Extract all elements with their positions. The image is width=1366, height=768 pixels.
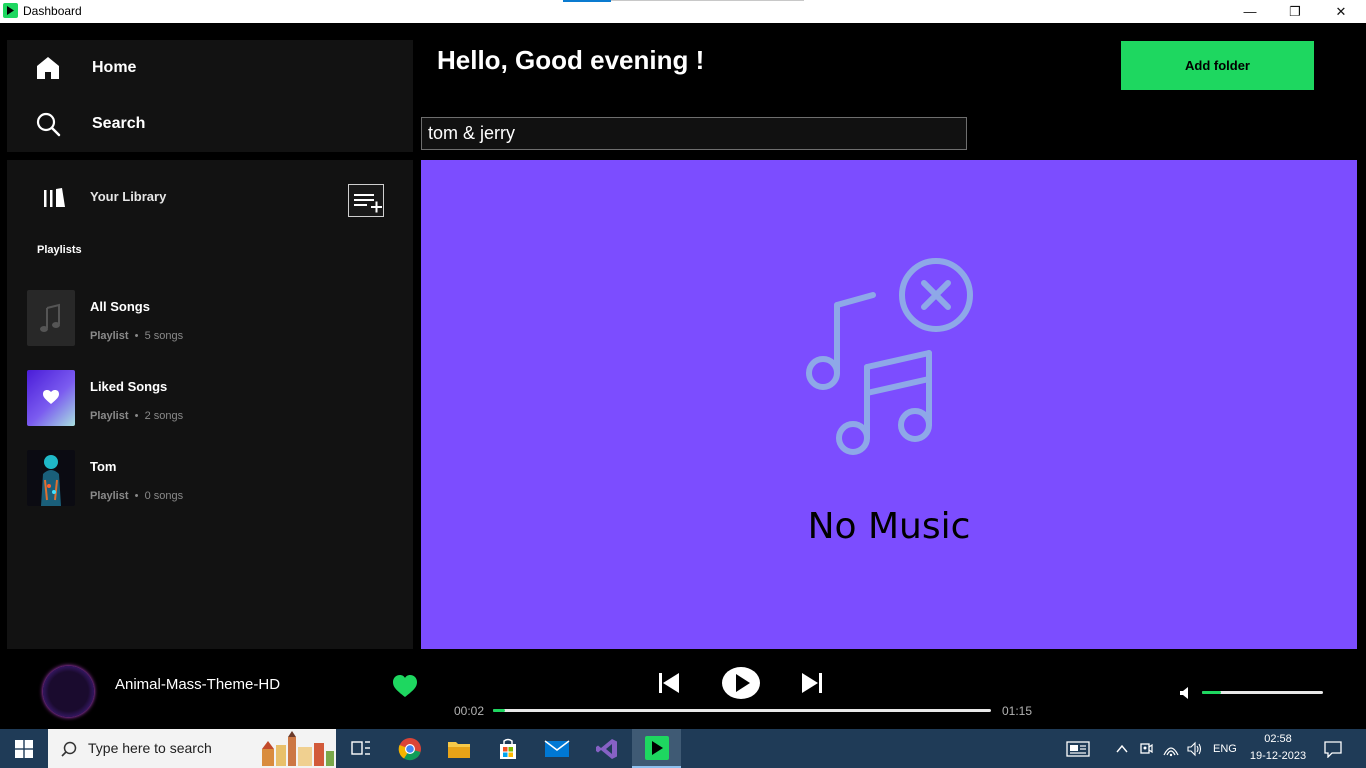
empty-state-text: No Music xyxy=(807,506,971,547)
store-icon xyxy=(499,738,516,759)
no-music-icon xyxy=(806,258,973,455)
like-heart-icon[interactable] xyxy=(392,674,418,698)
tray-icons: ENG xyxy=(1115,729,1237,768)
results-panel: No Music xyxy=(421,160,1357,649)
music-note-icon xyxy=(40,303,60,332)
taskbar-search-placeholder: Type here to search xyxy=(88,740,212,756)
next-track-button[interactable] xyxy=(800,666,824,700)
minimize-button[interactable]: — xyxy=(1227,0,1273,23)
clock-date: 19-12-2023 xyxy=(1249,750,1307,762)
nav-panel: Home Search xyxy=(7,40,413,152)
library-panel: Your Library Playlists All Songs Playlis… xyxy=(7,160,413,649)
playlist-type: Playlist xyxy=(90,410,129,422)
notification-icon xyxy=(1324,740,1342,758)
now-playing-artwork xyxy=(43,666,94,717)
start-button[interactable] xyxy=(0,729,48,768)
playlist-name: Liked Songs xyxy=(90,379,168,394)
taskbar-search-box[interactable]: Type here to search xyxy=(48,729,336,768)
progress-fill xyxy=(493,709,505,712)
nav-home-label: Home xyxy=(92,59,137,76)
add-folder-button[interactable]: Add folder xyxy=(1121,41,1314,90)
titlebar-accent xyxy=(563,0,611,2)
town-illustration-icon xyxy=(262,731,334,766)
windows-taskbar: Type here to search ENG 02:58 19-12-2023 xyxy=(0,729,1366,768)
duration-time: 01:15 xyxy=(1002,704,1033,718)
close-button[interactable]: ✕ xyxy=(1318,0,1364,23)
taskbar-store[interactable] xyxy=(483,729,532,768)
playlist-cover xyxy=(27,450,75,506)
volume-fill xyxy=(1202,691,1222,694)
play-button[interactable] xyxy=(721,666,761,700)
playlist-name: All Songs xyxy=(90,299,150,314)
meet-now-icon[interactable] xyxy=(1139,741,1153,757)
heart-icon xyxy=(43,390,59,404)
playlist-name: Tom xyxy=(90,459,117,474)
search-input[interactable] xyxy=(421,117,967,150)
clock-time: 02:58 xyxy=(1264,733,1292,745)
app-logo-icon xyxy=(3,3,18,18)
input-language[interactable]: ENG xyxy=(1213,743,1237,755)
playlist-add-icon xyxy=(354,194,382,213)
taskbar-file-explorer[interactable] xyxy=(434,729,483,768)
restore-button[interactable]: ❐ xyxy=(1272,0,1318,23)
player-bar: Animal-Mass-Theme-HD 00:02 01:15 xyxy=(0,649,1366,729)
greeting-heading: Hello, Good evening ! xyxy=(437,45,705,75)
playlists-heading: Playlists xyxy=(37,244,82,256)
playlist-type: Playlist xyxy=(90,490,129,502)
playlist-item-tom[interactable]: Tom Playlist • 0 songs xyxy=(27,450,397,506)
folder-icon xyxy=(447,741,470,758)
taskbar-chrome[interactable] xyxy=(385,729,434,768)
playlist-meta: Playlist • 0 songs xyxy=(90,490,184,502)
nav-item-home[interactable]: Home xyxy=(7,40,413,96)
volume-slider[interactable] xyxy=(1202,691,1323,694)
speaker-icon[interactable] xyxy=(1187,741,1203,757)
search-icon xyxy=(36,112,61,137)
titlebar-divider xyxy=(611,0,804,1)
window-title: Dashboard xyxy=(23,4,82,18)
notifications-button[interactable] xyxy=(1323,729,1343,768)
playlist-type: Playlist xyxy=(90,330,129,342)
playlist-count: 0 songs xyxy=(144,490,184,502)
taskbar-music-app[interactable] xyxy=(632,729,681,768)
elapsed-time: 00:02 xyxy=(454,704,485,718)
taskbar-visual-studio[interactable] xyxy=(582,729,631,768)
playlist-item-all-songs[interactable]: All Songs Playlist • 5 songs xyxy=(27,290,397,346)
playlist-cover xyxy=(27,290,75,346)
windows-logo-icon xyxy=(15,739,33,758)
chevron-up-icon[interactable] xyxy=(1115,742,1129,756)
figure-artwork-icon xyxy=(41,455,61,506)
library-icon[interactable] xyxy=(42,187,68,209)
playlist-cover xyxy=(27,370,75,426)
visual-studio-icon xyxy=(595,738,617,759)
playlist-item-liked-songs[interactable]: Liked Songs Playlist • 2 songs xyxy=(27,370,397,426)
nav-search-label: Search xyxy=(92,115,146,132)
app-window: Home Search Your Library Playlists All S… xyxy=(0,23,1366,729)
system-tray xyxy=(1066,729,1092,768)
news-widget-icon[interactable] xyxy=(1066,740,1092,758)
previous-track-button[interactable] xyxy=(657,666,681,700)
task-view-icon xyxy=(350,740,370,755)
playlist-count: 5 songs xyxy=(144,330,184,342)
progress-slider[interactable] xyxy=(493,709,991,712)
music-app-icon xyxy=(644,735,669,760)
chrome-icon xyxy=(398,737,421,760)
mail-icon xyxy=(544,739,569,757)
now-playing-title: Animal-Mass-Theme-HD xyxy=(115,676,281,693)
playlist-meta: Playlist • 5 songs xyxy=(90,330,184,342)
taskbar-mail[interactable] xyxy=(532,729,581,768)
volume-icon[interactable] xyxy=(1178,685,1194,701)
library-title[interactable]: Your Library xyxy=(90,189,166,204)
search-icon xyxy=(61,741,77,757)
window-titlebar: Dashboard — ❐ ✕ xyxy=(0,0,1366,23)
nav-item-search[interactable]: Search xyxy=(7,96,413,152)
taskbar-clock[interactable]: 02:58 19-12-2023 xyxy=(1249,731,1307,765)
wifi-icon[interactable] xyxy=(1163,741,1179,757)
home-icon xyxy=(37,57,59,79)
playlist-meta: Playlist • 2 songs xyxy=(90,410,184,422)
task-view-button[interactable] xyxy=(336,729,385,768)
playlist-count: 2 songs xyxy=(144,410,184,422)
create-playlist-button[interactable] xyxy=(348,184,384,217)
